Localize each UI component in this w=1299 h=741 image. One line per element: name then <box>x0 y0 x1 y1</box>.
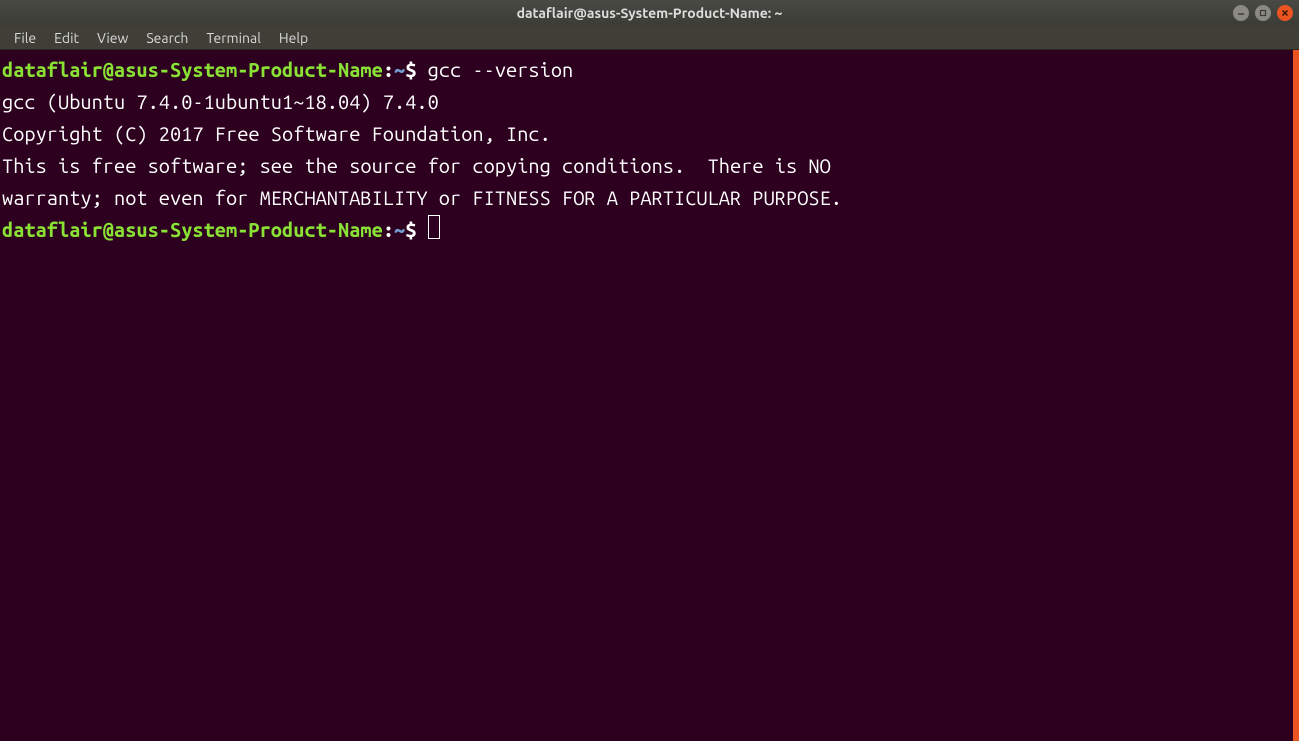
menu-help[interactable]: Help <box>271 28 316 48</box>
output-line: This is free software; see the source fo… <box>2 150 1291 182</box>
prompt-user-host: dataflair@asus-System-Product-Name <box>2 58 383 81</box>
output-line: Copyright (C) 2017 Free Software Foundat… <box>2 118 1291 150</box>
menu-search[interactable]: Search <box>138 28 196 48</box>
prompt-line-2: dataflair@asus-System-Product-Name:~$ <box>2 214 1291 246</box>
prompt-path: ~ <box>394 58 405 81</box>
prompt-colon: : <box>383 218 394 241</box>
prompt-line-1: dataflair@asus-System-Product-Name:~$ gc… <box>2 54 1291 86</box>
terminal-body[interactable]: dataflair@asus-System-Product-Name:~$ gc… <box>0 50 1299 741</box>
cursor-icon <box>428 215 440 239</box>
menu-file[interactable]: File <box>6 28 44 48</box>
output-line: warranty; not even for MERCHANTABILITY o… <box>2 182 1291 214</box>
menubar: File Edit View Search Terminal Help <box>0 26 1299 50</box>
window-title: dataflair@asus-System-Product-Name: ~ <box>517 5 783 21</box>
menu-edit[interactable]: Edit <box>46 28 87 48</box>
close-icon <box>1281 9 1289 17</box>
titlebar: dataflair@asus-System-Product-Name: ~ <box>0 0 1299 26</box>
minimize-button[interactable] <box>1233 5 1249 21</box>
window-controls <box>1233 5 1293 21</box>
maximize-button[interactable] <box>1255 5 1271 21</box>
cursor-space <box>416 218 427 241</box>
close-button[interactable] <box>1277 5 1293 21</box>
prompt-path: ~ <box>394 218 405 241</box>
minimize-icon <box>1237 9 1245 17</box>
menu-view[interactable]: View <box>89 28 136 48</box>
prompt-colon: : <box>383 58 394 81</box>
command-input <box>416 58 427 81</box>
menu-terminal[interactable]: Terminal <box>198 28 269 48</box>
prompt-user-host: dataflair@asus-System-Product-Name <box>2 218 383 241</box>
prompt-dollar: $ <box>405 58 416 81</box>
prompt-dollar: $ <box>405 218 416 241</box>
output-line: gcc (Ubuntu 7.4.0-1ubuntu1~18.04) 7.4.0 <box>2 86 1291 118</box>
command-text: gcc --version <box>428 58 574 81</box>
maximize-icon <box>1259 9 1267 17</box>
